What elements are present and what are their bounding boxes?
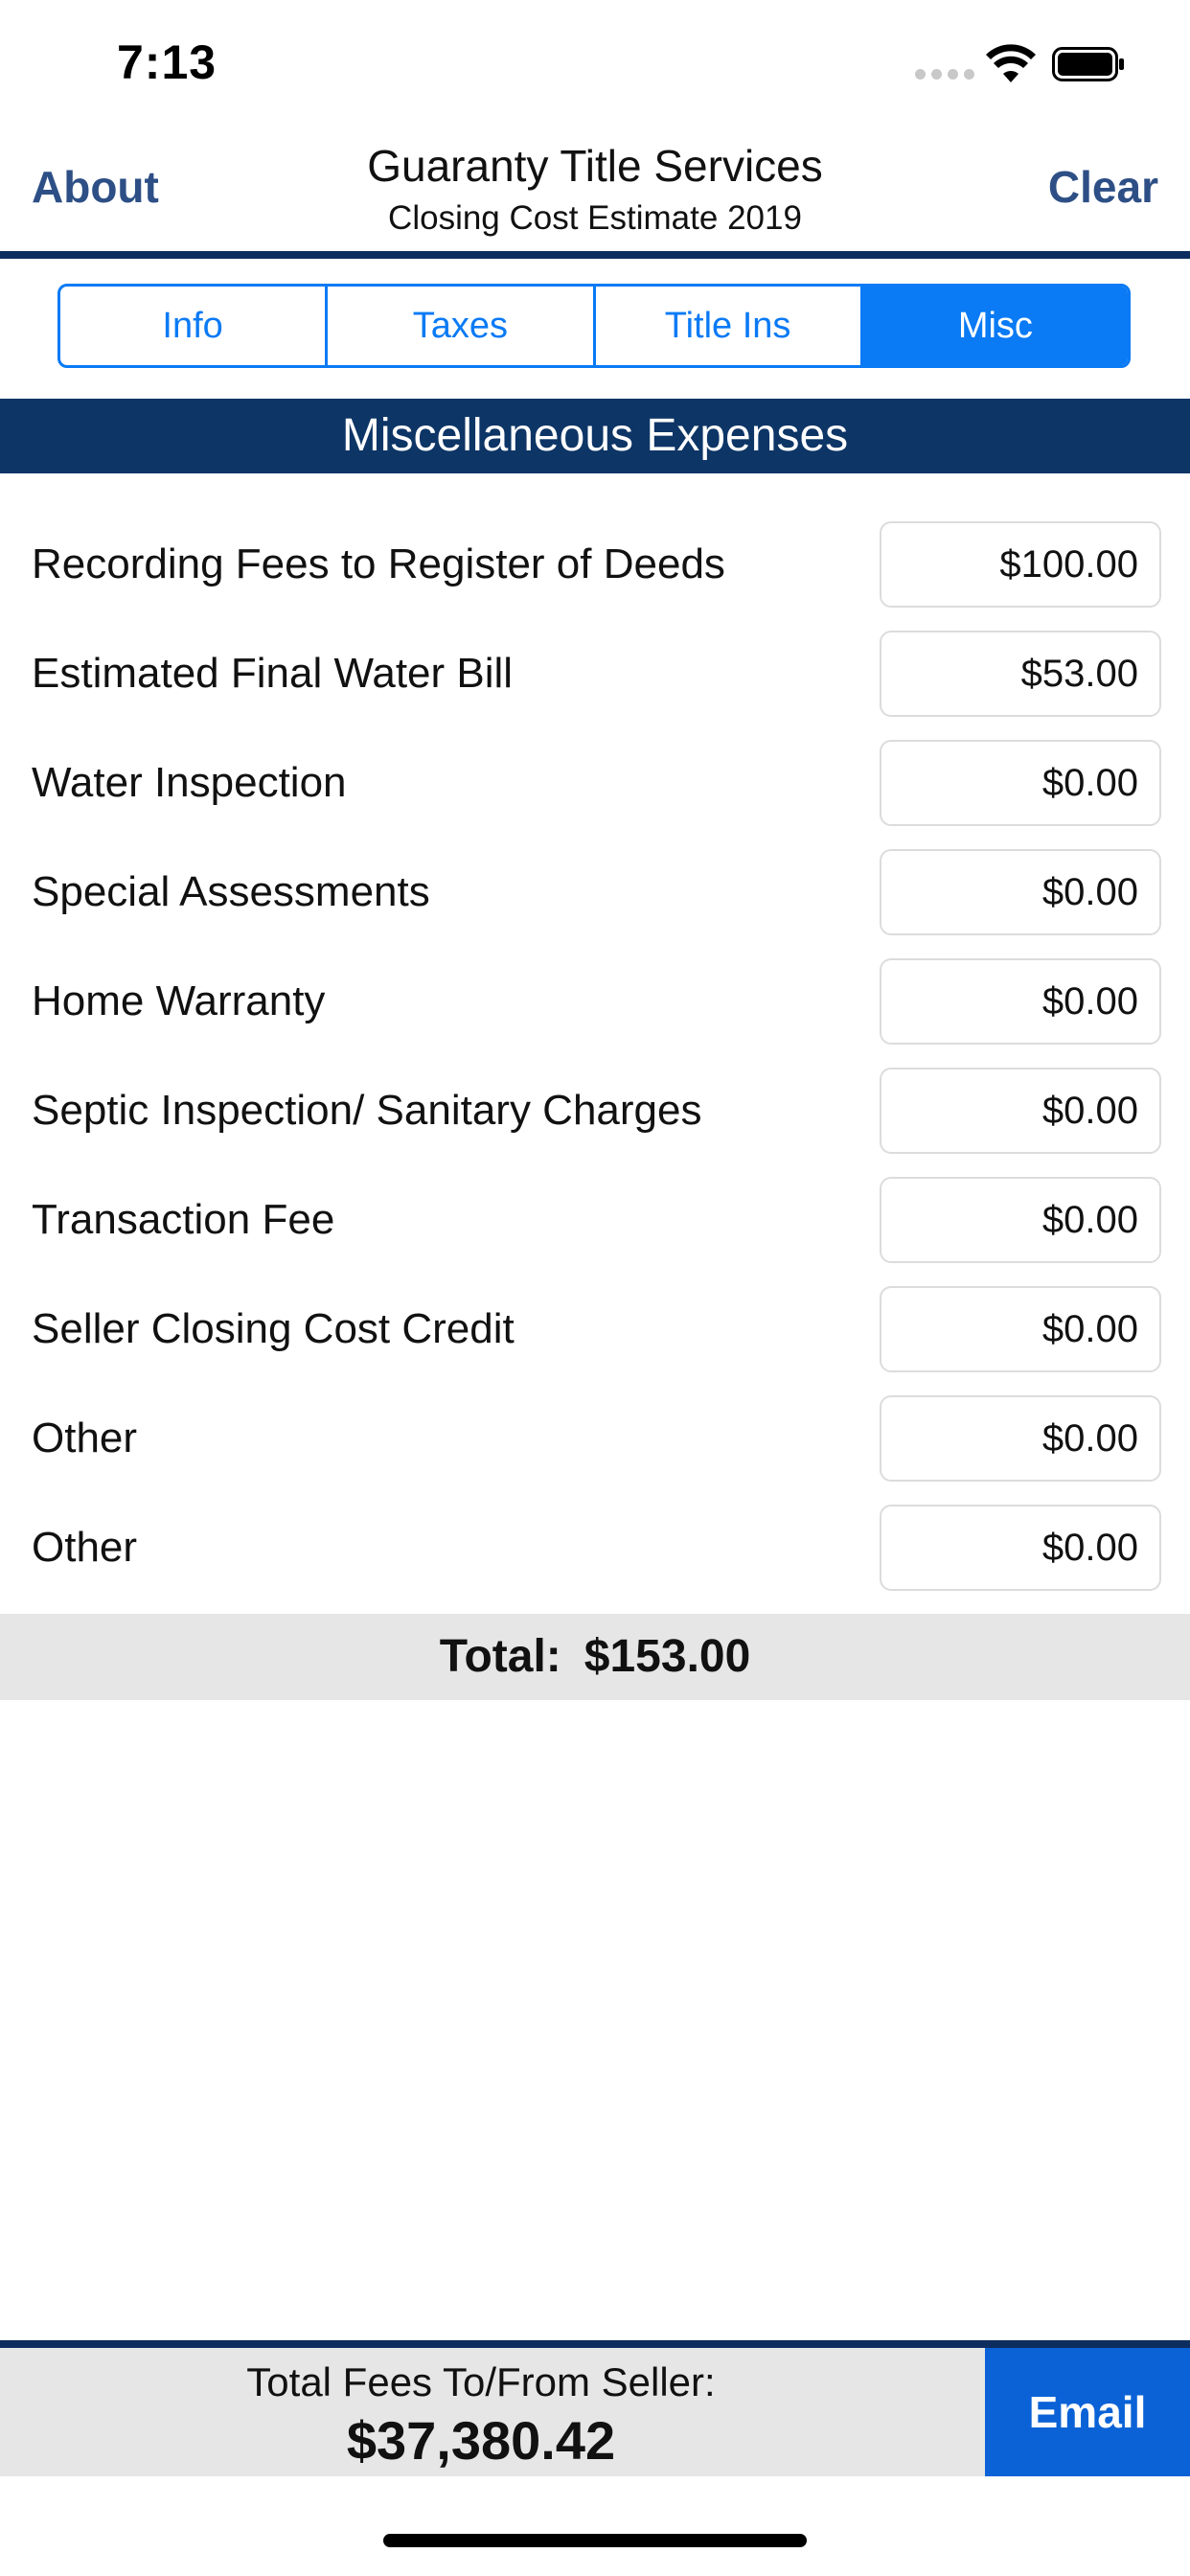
clear-button[interactable]: Clear: [1048, 161, 1158, 213]
battery-icon: [1052, 47, 1124, 81]
status-time: 7:13: [117, 35, 217, 89]
bottom-bar: Total Fees To/From Seller: $37,380.42 Em…: [0, 2348, 1190, 2476]
expense-label: Other: [32, 1524, 138, 1571]
expense-row-transaction-fee: Transaction Fee: [0, 1177, 1190, 1286]
tab-segmented-control: Info Taxes Title Ins Misc: [57, 284, 1131, 368]
home-indicator[interactable]: [383, 2534, 807, 2547]
expense-label: Other: [32, 1414, 138, 1461]
water-bill-field[interactable]: [880, 631, 1161, 717]
page-title: Guaranty Title Services: [367, 141, 823, 191]
expense-row-other-1: Other: [0, 1395, 1190, 1505]
water-inspection-field[interactable]: [880, 740, 1161, 826]
expense-label: Home Warranty: [32, 978, 326, 1024]
expense-label: Water Inspection: [32, 759, 347, 806]
expense-row-seller-credit: Seller Closing Cost Credit: [0, 1286, 1190, 1395]
signal-dots-icon: [915, 69, 974, 80]
nav-divider: [0, 251, 1190, 259]
expense-label: Special Assessments: [32, 868, 430, 915]
section-header: Miscellaneous Expenses: [0, 399, 1190, 473]
status-bar: 7:13: [0, 0, 1190, 126]
tab-taxes[interactable]: Taxes: [328, 287, 596, 365]
seller-total-label: Total Fees To/From Seller:: [246, 2359, 716, 2404]
seller-credit-field[interactable]: [880, 1286, 1161, 1372]
tab-misc[interactable]: Misc: [862, 287, 1128, 365]
home-warranty-field[interactable]: [880, 958, 1161, 1045]
expense-row-home-warranty: Home Warranty: [0, 958, 1190, 1068]
expense-list: Recording Fees to Register of Deeds Esti…: [0, 521, 1190, 1614]
septic-inspection-field[interactable]: [880, 1068, 1161, 1154]
recording-fees-field[interactable]: [880, 521, 1161, 608]
expense-label: Seller Closing Cost Credit: [32, 1305, 515, 1352]
expense-row-recording-fees: Recording Fees to Register of Deeds: [0, 521, 1190, 631]
total-label: Total:: [439, 1631, 561, 1682]
expense-row-water-bill: Estimated Final Water Bill: [0, 631, 1190, 740]
expense-label: Recording Fees to Register of Deeds: [32, 540, 725, 587]
expense-label: Septic Inspection/ Sanitary Charges: [32, 1087, 702, 1134]
bottom-divider: [0, 2340, 1190, 2348]
email-button[interactable]: Email: [985, 2348, 1190, 2476]
other-1-field[interactable]: [880, 1395, 1161, 1482]
transaction-fee-field[interactable]: [880, 1177, 1161, 1263]
tab-info[interactable]: Info: [60, 287, 329, 365]
expense-row-other-2: Other: [0, 1505, 1190, 1614]
other-2-field[interactable]: [880, 1505, 1161, 1591]
tab-title-ins[interactable]: Title Ins: [596, 287, 863, 365]
page-subtitle: Closing Cost Estimate 2019: [388, 199, 802, 237]
wifi-icon: [986, 44, 1036, 82]
expense-label: Transaction Fee: [32, 1196, 335, 1243]
total-value: $153.00: [584, 1631, 751, 1682]
expense-label: Estimated Final Water Bill: [32, 650, 514, 697]
navigation-bar: About Guaranty Title Services Closing Co…: [0, 126, 1190, 251]
expense-row-septic-inspection: Septic Inspection/ Sanitary Charges: [0, 1068, 1190, 1177]
expense-row-water-inspection: Water Inspection: [0, 740, 1190, 849]
seller-total-value: $37,380.42: [346, 2410, 616, 2471]
total-bar: Total: $153.00: [0, 1614, 1190, 1700]
special-assessments-field[interactable]: [880, 849, 1161, 935]
expense-row-special-assessments: Special Assessments: [0, 849, 1190, 958]
